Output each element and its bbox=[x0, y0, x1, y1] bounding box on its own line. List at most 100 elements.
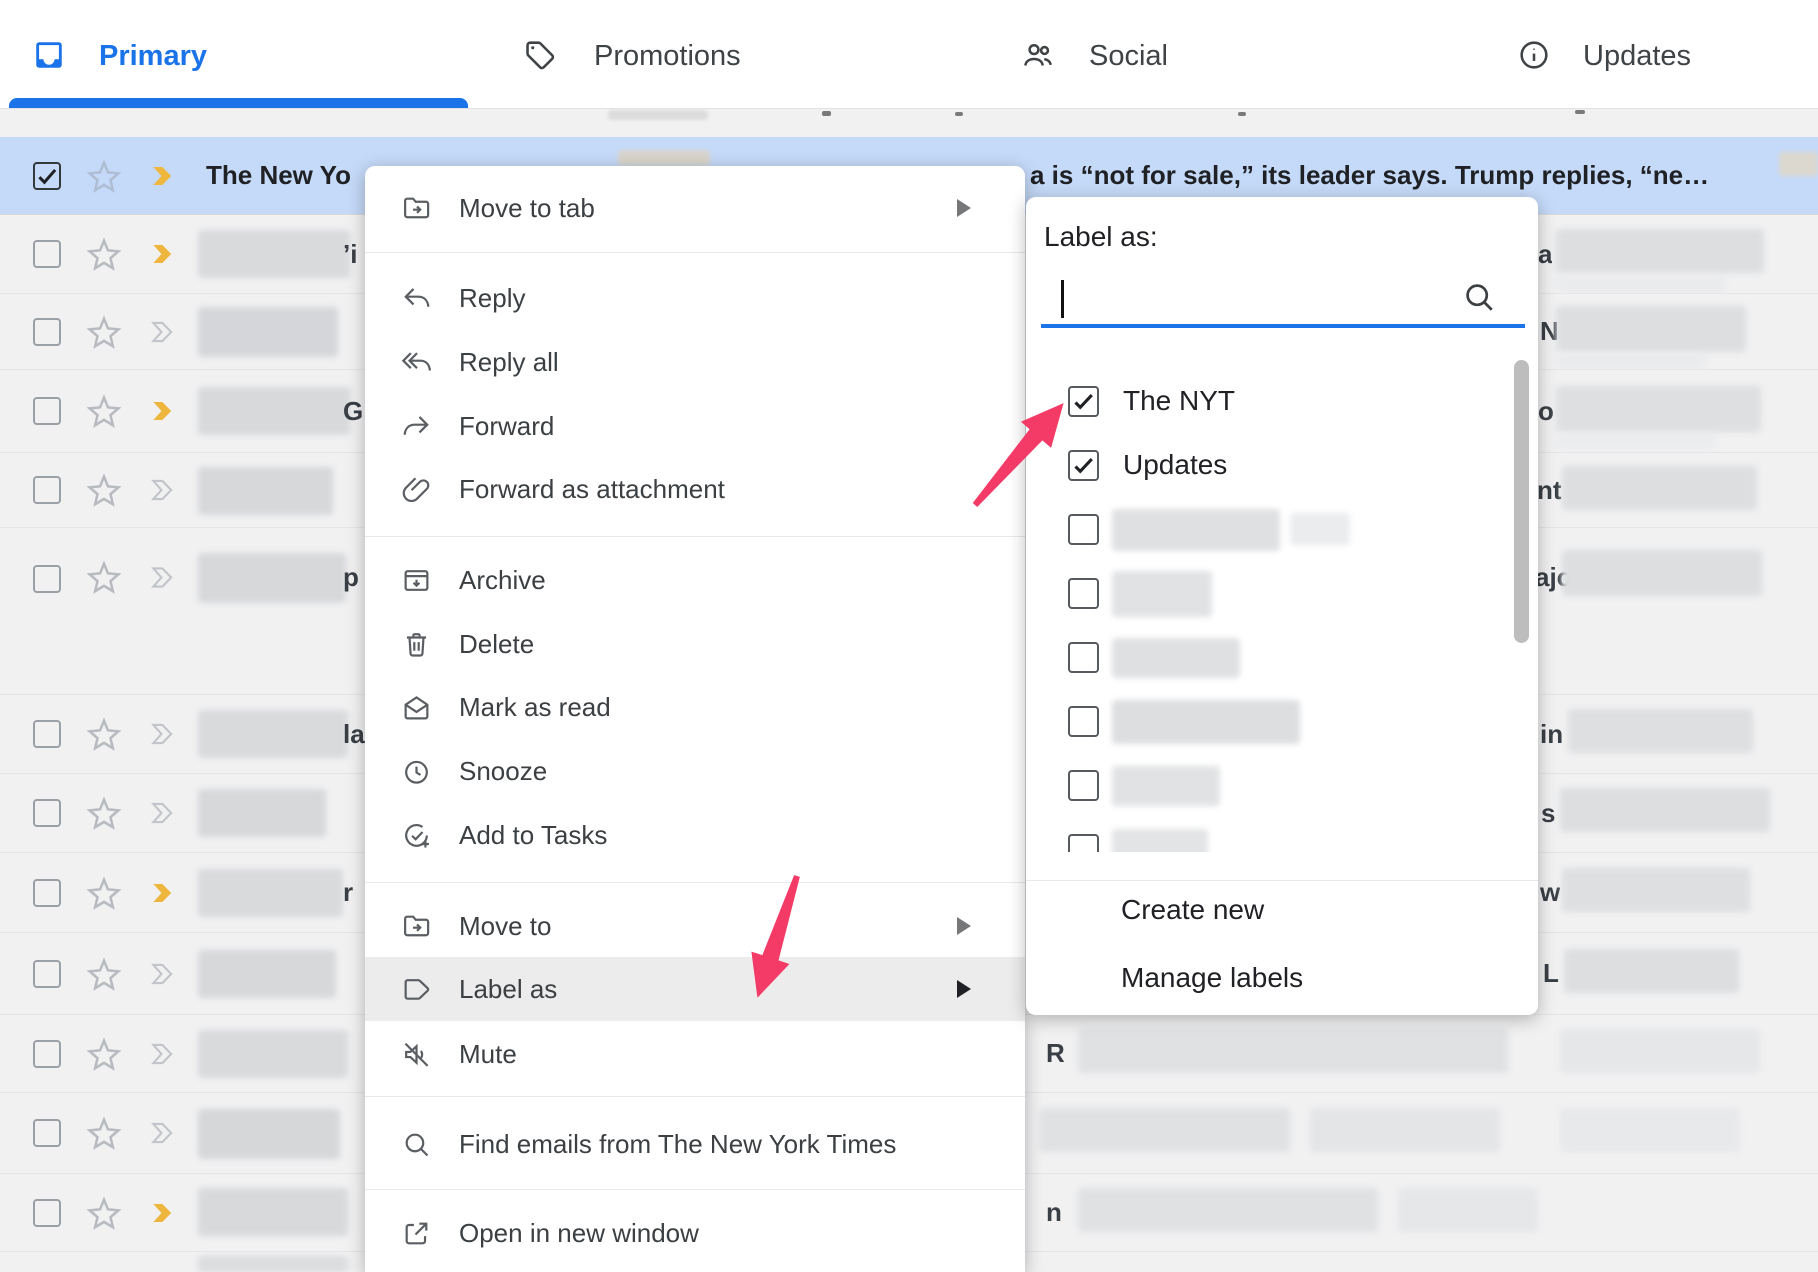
label-option-redacted[interactable] bbox=[1026, 689, 1538, 753]
star-icon[interactable] bbox=[85, 313, 123, 351]
menu-item-reply-all[interactable]: Reply all bbox=[365, 330, 1025, 394]
checkbox-unchecked[interactable] bbox=[1068, 706, 1099, 737]
redacted-blob bbox=[1556, 306, 1746, 352]
redacted-blob bbox=[198, 710, 348, 758]
manage-labels-button[interactable]: Manage labels bbox=[1121, 950, 1501, 1006]
menu-item-mute[interactable]: Mute bbox=[365, 1022, 1025, 1086]
importance-marker-yellow-icon[interactable] bbox=[150, 1197, 181, 1228]
submenu-scrollbar[interactable] bbox=[1514, 360, 1529, 643]
redacted-blob bbox=[198, 789, 326, 837]
menu-item-forward-as-attachment[interactable]: Forward as attachment bbox=[365, 457, 1025, 521]
menu-item-delete[interactable]: Delete bbox=[365, 612, 1025, 676]
star-icon[interactable] bbox=[85, 794, 123, 832]
folder-arrow-icon bbox=[401, 193, 432, 224]
star-icon[interactable] bbox=[85, 157, 123, 195]
star-icon[interactable] bbox=[85, 392, 123, 430]
row-checkbox[interactable] bbox=[33, 318, 61, 346]
importance-marker-icon[interactable] bbox=[150, 958, 181, 989]
tab-social[interactable]: Social bbox=[909, 0, 1363, 108]
menu-item-move-to[interactable]: Move to bbox=[365, 894, 1025, 958]
checkbox-unchecked[interactable] bbox=[1068, 642, 1099, 673]
menu-item-open-in-new-window[interactable]: Open in new window bbox=[365, 1201, 1025, 1265]
label-option-redacted-partial[interactable] bbox=[1026, 817, 1538, 852]
email-row-partial-top[interactable] bbox=[0, 108, 1818, 137]
label-option-redacted[interactable] bbox=[1026, 625, 1538, 689]
importance-marker-icon[interactable] bbox=[150, 316, 181, 347]
star-icon[interactable] bbox=[85, 1194, 123, 1232]
trash-icon bbox=[401, 629, 432, 660]
people-icon bbox=[1021, 38, 1055, 72]
importance-marker-icon[interactable] bbox=[150, 475, 181, 506]
star-icon[interactable] bbox=[85, 235, 123, 273]
menu-separator bbox=[365, 536, 1025, 537]
submenu-separator bbox=[1026, 880, 1538, 881]
row-checkbox[interactable] bbox=[33, 1119, 61, 1147]
label-option-updates[interactable]: Updates bbox=[1026, 433, 1538, 497]
row-checkbox-checked[interactable] bbox=[33, 162, 61, 190]
row-checkbox[interactable] bbox=[33, 879, 61, 907]
label-search-input[interactable] bbox=[1049, 275, 1473, 321]
row-checkbox[interactable] bbox=[33, 720, 61, 748]
row-checkbox[interactable] bbox=[33, 960, 61, 988]
redacted-blob bbox=[198, 307, 338, 357]
menu-item-move-to-tab[interactable]: Move to tab bbox=[365, 176, 1025, 240]
label-option-the-nyt[interactable]: The NYT bbox=[1026, 369, 1538, 433]
row-checkbox[interactable] bbox=[33, 1199, 61, 1227]
importance-marker-yellow-icon[interactable] bbox=[150, 239, 181, 270]
text-fragment: in bbox=[1540, 695, 1563, 773]
tab-label: Social bbox=[1089, 40, 1168, 73]
menu-item-snooze[interactable]: Snooze bbox=[365, 739, 1025, 803]
star-icon[interactable] bbox=[85, 955, 123, 993]
menu-item-label-as[interactable]: Label as bbox=[365, 957, 1025, 1021]
menu-item-forward[interactable]: Forward bbox=[365, 394, 1025, 458]
row-checkbox[interactable] bbox=[33, 240, 61, 268]
importance-marker-yellow-icon[interactable] bbox=[150, 160, 181, 191]
importance-marker-icon[interactable] bbox=[150, 1038, 181, 1069]
checkbox-unchecked[interactable] bbox=[1068, 578, 1099, 609]
menu-item-label: Mark as read bbox=[459, 692, 611, 723]
redacted-chip bbox=[618, 150, 710, 166]
tab-updates[interactable]: Updates bbox=[1363, 0, 1818, 108]
row-checkbox[interactable] bbox=[33, 397, 61, 425]
checkbox-checked[interactable] bbox=[1068, 386, 1099, 417]
label-option-redacted[interactable] bbox=[1026, 753, 1538, 817]
importance-marker-icon[interactable] bbox=[150, 719, 181, 750]
star-icon[interactable] bbox=[85, 471, 123, 509]
importance-marker-icon[interactable] bbox=[150, 1118, 181, 1149]
search-underline bbox=[1041, 324, 1525, 328]
star-icon[interactable] bbox=[85, 715, 123, 753]
redacted-blob bbox=[1310, 1108, 1500, 1152]
tab-label: Updates bbox=[1583, 40, 1691, 73]
importance-marker-yellow-icon[interactable] bbox=[150, 877, 181, 908]
menu-item-archive[interactable]: Archive bbox=[365, 548, 1025, 612]
submenu-arrow-icon bbox=[957, 980, 971, 998]
row-checkbox[interactable] bbox=[33, 476, 61, 504]
menu-item-mark-as-read[interactable]: Mark as read bbox=[365, 675, 1025, 739]
checkbox-unchecked[interactable] bbox=[1068, 770, 1099, 801]
label-option-redacted[interactable] bbox=[1026, 497, 1538, 561]
importance-marker-icon[interactable] bbox=[150, 798, 181, 829]
star-icon[interactable] bbox=[85, 1035, 123, 1073]
row-checkbox[interactable] bbox=[33, 1040, 61, 1068]
redacted-blob bbox=[1112, 509, 1280, 551]
importance-marker-yellow-icon[interactable] bbox=[150, 396, 181, 427]
redacted-blob bbox=[1556, 229, 1764, 273]
redacted-blob bbox=[608, 110, 708, 120]
checkbox-checked[interactable] bbox=[1068, 450, 1099, 481]
menu-item-label: Reply bbox=[459, 283, 525, 314]
star-icon[interactable] bbox=[85, 558, 123, 596]
tab-primary[interactable]: Primary bbox=[0, 0, 454, 108]
row-checkbox[interactable] bbox=[33, 565, 61, 593]
row-checkbox[interactable] bbox=[33, 799, 61, 827]
checkbox-unchecked[interactable] bbox=[1068, 514, 1099, 545]
menu-item-add-to-tasks[interactable]: Add to Tasks bbox=[365, 803, 1025, 867]
checkbox-unchecked[interactable] bbox=[1068, 834, 1099, 852]
create-new-label-button[interactable]: Create new bbox=[1121, 882, 1501, 938]
star-icon[interactable] bbox=[85, 1114, 123, 1152]
menu-item-find-emails[interactable]: Find emails from The New York Times bbox=[365, 1112, 1025, 1176]
menu-item-reply[interactable]: Reply bbox=[365, 266, 1025, 330]
label-option-redacted[interactable] bbox=[1026, 561, 1538, 625]
star-icon[interactable] bbox=[85, 874, 123, 912]
tab-promotions[interactable]: Promotions bbox=[454, 0, 909, 108]
importance-marker-icon[interactable] bbox=[150, 562, 181, 593]
